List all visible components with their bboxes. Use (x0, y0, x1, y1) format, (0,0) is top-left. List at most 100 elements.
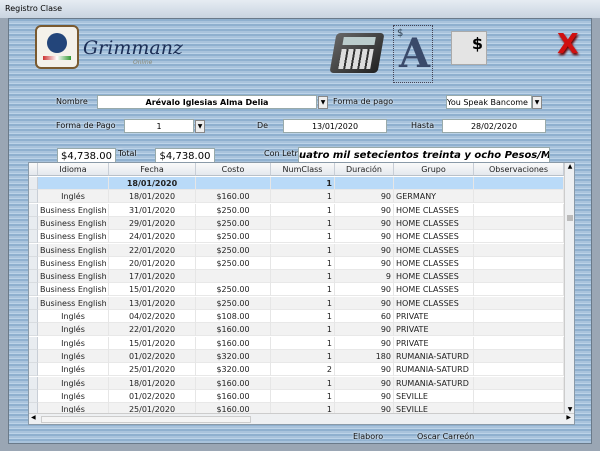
cell-2[interactable]: $160.00 (196, 190, 271, 204)
cell-2[interactable]: $320.00 (196, 349, 271, 363)
cell-5[interactable]: HOME CLASSES (394, 283, 474, 297)
column-header-5[interactable]: Grupo (394, 163, 474, 176)
cell-2[interactable]: $250.00 (196, 296, 271, 310)
cell-3[interactable]: 1 (271, 283, 335, 297)
cell-2[interactable]: $320.00 (196, 363, 271, 377)
cell-5[interactable]: RUMANIA-SATURD (394, 363, 474, 377)
cell-4[interactable]: 90 (335, 203, 394, 217)
cell-4[interactable]: 60 (335, 310, 394, 323)
cell-6[interactable] (474, 336, 564, 350)
cell-1[interactable]: 25/01/2020 (109, 363, 196, 377)
cell-4[interactable]: 90 (335, 283, 394, 297)
nombre-field[interactable]: Arévalo Iglesias Alma Delia (97, 95, 317, 109)
cell-3[interactable]: 1 (271, 270, 335, 284)
cell-5[interactable]: RUMANIA-SATURD (394, 376, 474, 390)
calculator-icon[interactable] (329, 33, 385, 73)
cell-1[interactable]: 18/01/2020 (109, 376, 196, 390)
cell-1[interactable]: 01/02/2020 (109, 349, 196, 363)
cell-2[interactable]: $250.00 (196, 243, 271, 257)
cell-6[interactable] (474, 190, 564, 204)
hasta-field[interactable]: 28/02/2020 (442, 119, 546, 133)
cell-2[interactable] (196, 270, 271, 284)
cell-2[interactable]: $160.00 (196, 323, 271, 337)
cell-4[interactable]: 180 (335, 349, 394, 363)
cell-1[interactable]: 15/01/2020 (109, 336, 196, 350)
cell-0[interactable]: Inglés (38, 323, 109, 337)
cell-5[interactable]: HOME CLASSES (394, 243, 474, 257)
hscroll-thumb[interactable] (41, 416, 251, 423)
cell-2[interactable]: $160.00 (196, 376, 271, 390)
cell-4[interactable]: 90 (335, 296, 394, 310)
cell-1[interactable]: 31/01/2020 (109, 203, 196, 217)
row-selector[interactable] (29, 216, 38, 230)
cell-6[interactable] (474, 203, 564, 217)
cell-2[interactable]: $160.00 (196, 389, 271, 403)
cell-5[interactable]: PRIVATE (394, 323, 474, 337)
cell-1[interactable]: 15/01/2020 (109, 283, 196, 297)
row-selector[interactable] (29, 389, 38, 403)
cell-6[interactable] (474, 270, 564, 284)
cell-4[interactable]: 90 (335, 230, 394, 244)
cell-5[interactable]: PRIVATE (394, 336, 474, 350)
cell-1[interactable]: 22/01/2020 (109, 243, 196, 257)
row-selector[interactable] (29, 296, 38, 310)
cell-0[interactable]: Business English (38, 296, 109, 310)
cell-6[interactable] (474, 363, 564, 377)
cell-5[interactable]: HOME CLASSES (394, 256, 474, 270)
cell-3[interactable]: 1 (271, 296, 335, 310)
cell-0[interactable]: Business English (38, 270, 109, 284)
row-selector[interactable] (29, 349, 38, 363)
cell-6[interactable] (474, 376, 564, 390)
forma-pago2-field[interactable]: 1 (124, 119, 194, 133)
cell-1[interactable]: 01/02/2020 (109, 389, 196, 403)
cell-6[interactable] (474, 216, 564, 230)
cell-2[interactable]: $160.00 (196, 336, 271, 350)
close-icon[interactable]: X (557, 27, 579, 60)
cell-4[interactable]: 90 (335, 216, 394, 230)
cell-4[interactable]: 90 (335, 363, 394, 377)
cell-4[interactable]: 90 (335, 376, 394, 390)
row-selector[interactable] (29, 283, 38, 297)
cell-1[interactable]: 22/01/2020 (109, 323, 196, 337)
cell-0[interactable]: Inglés (38, 349, 109, 363)
cell-0[interactable]: Business English (38, 230, 109, 244)
cell-3[interactable]: 1 (271, 323, 335, 337)
cell-4[interactable]: 90 (335, 336, 394, 350)
row-selector[interactable] (29, 376, 38, 390)
cell-6[interactable] (474, 177, 564, 190)
cell-5[interactable]: HOME CLASSES (394, 216, 474, 230)
cell-3[interactable]: 1 (271, 177, 335, 190)
cell-0[interactable]: Inglés (38, 190, 109, 204)
cell-2[interactable]: $250.00 (196, 216, 271, 230)
classes-grid[interactable]: Idioma Fecha Costo NumClass Duración Grupo Obs… (28, 162, 575, 425)
cell-1[interactable]: 24/01/2020 (109, 230, 196, 244)
cell-3[interactable]: 1 (271, 389, 335, 403)
forma-pago2-dropdown[interactable]: ▼ (195, 120, 205, 133)
de-field[interactable]: 13/01/2020 (283, 119, 387, 133)
cell-6[interactable] (474, 256, 564, 270)
cell-4[interactable]: 9 (335, 270, 394, 284)
cell-1[interactable]: 18/01/2020 (109, 177, 196, 190)
cell-5[interactable]: GERMANY (394, 190, 474, 204)
row-selector[interactable] (29, 190, 38, 204)
cell-0[interactable]: Business English (38, 256, 109, 270)
cell-1[interactable]: 17/01/2020 (109, 270, 196, 284)
cell-3[interactable]: 1 (271, 243, 335, 257)
cell-3[interactable]: 1 (271, 256, 335, 270)
cell-4[interactable] (335, 177, 394, 190)
column-header-2[interactable]: Costo (196, 163, 271, 176)
cell-2[interactable]: $108.00 (196, 310, 271, 323)
cell-0[interactable]: Inglés (38, 336, 109, 350)
cell-0[interactable]: Business English (38, 243, 109, 257)
column-header-4[interactable]: Duración (335, 163, 394, 176)
cell-4[interactable]: 90 (335, 389, 394, 403)
cell-6[interactable] (474, 283, 564, 297)
amount-in-letters-button[interactable]: $ A (393, 25, 433, 83)
cell-5[interactable]: HOME CLASSES (394, 203, 474, 217)
cell-2[interactable]: $250.00 (196, 203, 271, 217)
invoice-icon[interactable]: $ (451, 31, 487, 65)
row-selector[interactable] (29, 256, 38, 270)
row-selector[interactable] (29, 270, 38, 284)
cell-3[interactable]: 1 (271, 190, 335, 204)
cell-1[interactable]: 13/01/2020 (109, 296, 196, 310)
